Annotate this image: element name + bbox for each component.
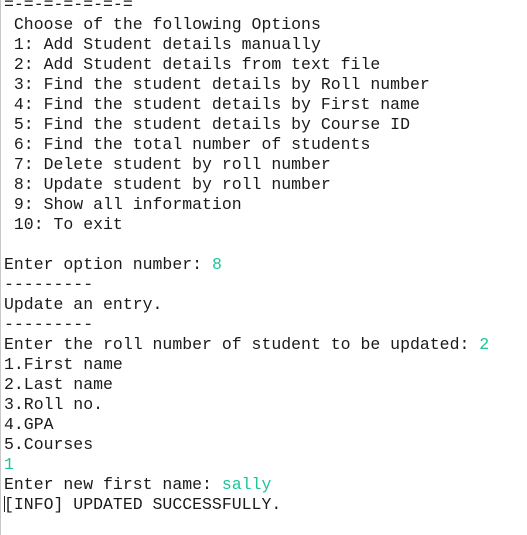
user-input: sally	[221, 475, 272, 494]
console-line: 2.Last name	[1, 375, 527, 395]
user-input: 8	[211, 255, 222, 274]
console-line: 3.Roll no.	[1, 395, 527, 415]
console-line: ---------	[1, 275, 527, 295]
console-line: 4.GPA	[1, 415, 527, 435]
console-line: Choose of the following Options	[1, 15, 527, 35]
console-line: 10: To exit	[1, 215, 527, 235]
console-line: 5: Find the student details by Course ID	[1, 115, 527, 135]
console-line: 4: Find the student details by First nam…	[1, 95, 527, 115]
console-text: Enter the roll number of student to be u…	[4, 335, 480, 354]
console-line: 8: Update student by roll number	[1, 175, 527, 195]
console-text: 3.Roll no.	[4, 395, 104, 414]
console-line: ---------	[1, 315, 527, 335]
console-line: 7: Delete student by roll number	[1, 155, 527, 175]
console-line: Enter new first name: sally	[1, 475, 527, 495]
console-output[interactable]: =-=-=-=-=-=-= Choose of the following Op…	[0, 0, 527, 535]
console-line: 3: Find the student details by Roll numb…	[1, 75, 527, 95]
console-line: 1.First name	[1, 355, 527, 375]
console-text: 8: Update student by roll number	[4, 175, 331, 194]
console-line: 9: Show all information	[1, 195, 527, 215]
console-line: [INFO] UPDATED SUCCESSFULLY.	[1, 495, 527, 515]
console-text: 2.Last name	[4, 375, 113, 394]
console-text: [INFO] UPDATED SUCCESSFULLY.	[4, 495, 282, 514]
console-line: Update an entry.	[1, 295, 527, 315]
console-text: 2: Add Student details from text file	[4, 55, 381, 74]
console-text: 4.GPA	[4, 415, 54, 434]
console-line: 6: Find the total number of students	[1, 135, 527, 155]
console-line: 2: Add Student details from text file	[1, 55, 527, 75]
user-input: 2	[479, 335, 490, 354]
console-text: 5.Courses	[4, 435, 94, 454]
console-line: 1	[1, 455, 527, 475]
console-text: 1: Add Student details manually	[4, 35, 321, 54]
console-text: Choose of the following Options	[4, 15, 321, 34]
console-text: =-=-=-=-=-=-=	[4, 0, 133, 14]
console-text: 6: Find the total number of students	[4, 135, 371, 154]
user-input: 1	[4, 455, 14, 474]
console-line: 1: Add Student details manually	[1, 35, 527, 55]
console-text: Enter new first name:	[4, 475, 222, 494]
console-text: ---------	[4, 275, 94, 294]
console-text: Enter option number:	[4, 255, 212, 274]
console-text: 9: Show all information	[4, 195, 242, 214]
console-text: Update an entry.	[4, 295, 163, 314]
console-text: 1.First name	[4, 355, 123, 374]
console-line: =-=-=-=-=-=-=	[1, 0, 527, 15]
console-line: Enter the roll number of student to be u…	[1, 335, 527, 355]
console-text: 5: Find the student details by Course ID	[4, 115, 410, 134]
console-text: 10: To exit	[4, 215, 123, 234]
console-line: Enter option number: 8	[1, 255, 527, 275]
console-line: 5.Courses	[1, 435, 527, 455]
console-text: 3: Find the student details by Roll numb…	[4, 75, 430, 94]
console-text: ---------	[4, 315, 94, 334]
console-text: 7: Delete student by roll number	[4, 155, 331, 174]
console-text: 4: Find the student details by First nam…	[4, 95, 420, 114]
